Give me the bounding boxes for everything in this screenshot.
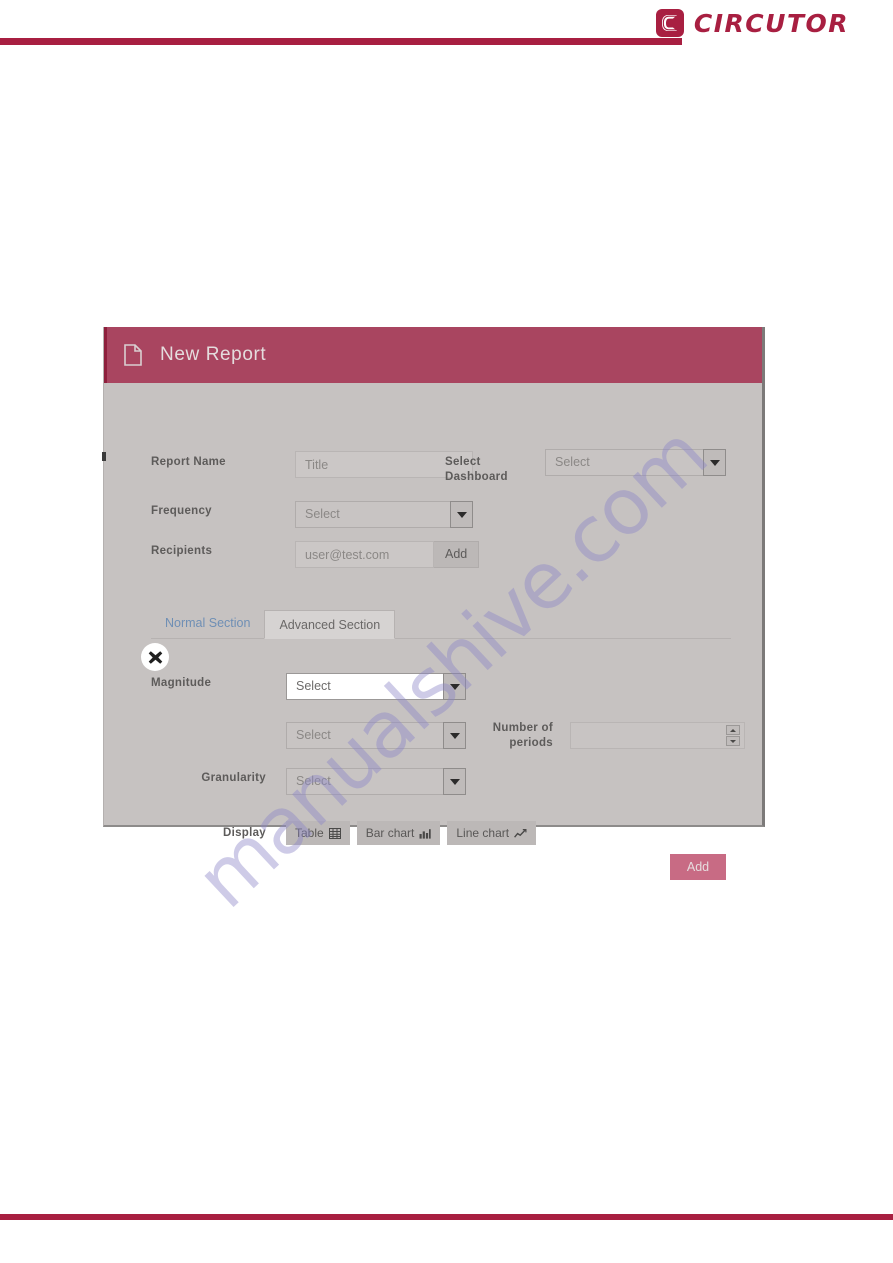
report-name-label: Report Name [151,456,226,468]
display-options: Table Bar chart Line chart [286,821,537,845]
add-section-button[interactable]: Add [670,854,726,880]
select-dashboard-dropdown[interactable]: Select [545,449,726,476]
dialog-titlebar: New Report [104,327,762,383]
recipients-label: Recipients [151,545,213,557]
chevron-down-icon[interactable] [443,722,466,749]
select-dashboard-label: Select Dashboard [445,455,529,485]
period-value: Select [296,728,331,742]
close-section-button[interactable] [141,643,169,671]
period-dropdown[interactable]: Select [286,722,466,749]
frequency-value: Select [305,507,340,521]
tab-normal-section[interactable]: Normal Section [151,609,264,638]
select-dashboard-row: Select Dashboard Select [445,449,726,485]
granularity-row: Granularity Select [151,768,466,795]
stepper-up-icon[interactable] [726,725,740,735]
section-tabs: Normal Section Advanced Section [141,609,731,671]
display-option-bar-chart-label: Bar chart [365,826,415,840]
granularity-value: Select [296,774,331,788]
chevron-down-icon[interactable] [450,501,473,528]
number-of-periods-stepper[interactable] [570,722,745,749]
footer-divider-rule [0,1214,893,1220]
dialog-body: Report Name Select Dashboard Select Freq… [104,383,762,880]
display-option-table[interactable]: Table [286,821,350,845]
chevron-down-icon[interactable] [443,768,466,795]
chevron-down-icon[interactable] [443,673,466,700]
page-header: CIRCUTOR [0,0,893,60]
bar-chart-icon [419,828,432,839]
tab-advanced-section[interactable]: Advanced Section [264,610,396,639]
number-of-periods-label: Number of periods [464,721,553,751]
period-row: Select [151,722,466,749]
stepper-down-icon[interactable] [726,736,740,746]
new-report-dialog: New Report Report Name Select Dashboard … [103,327,765,880]
table-grid-icon [328,827,341,839]
tab-list: Normal Section Advanced Section [151,609,731,639]
display-label: Display [222,827,266,839]
magnitude-row: Magnitude Select [151,673,466,700]
frequency-row: Frequency Select [151,501,473,528]
report-name-row: Report Name [151,451,473,478]
header-divider-rule [0,38,682,45]
magnitude-value: Select [296,679,331,693]
line-chart-icon [514,828,527,839]
select-dashboard-label-line1: Select [445,456,481,468]
close-x-icon [148,650,162,664]
recipients-email-input[interactable] [295,541,434,568]
brand-name: CIRCUTOR [693,8,849,38]
magnitude-dropdown[interactable]: Select [286,673,466,700]
number-of-periods-row: Number of periods [464,721,745,751]
recipients-input-group: Add [295,541,480,568]
display-row: Display Table Bar chart Line chart [151,821,537,845]
frequency-dropdown[interactable]: Select [295,501,473,528]
number-of-periods-label-line2: periods [509,737,553,749]
document-icon [124,344,142,366]
recipients-add-button[interactable]: Add [434,541,480,568]
number-of-periods-label-line1: Number of [492,722,553,734]
stray-artifact-mark [102,452,106,461]
select-dashboard-value: Select [555,455,590,469]
select-dashboard-label-line2: Dashboard [445,471,508,483]
frequency-label: Frequency [151,505,212,517]
display-option-line-chart[interactable]: Line chart [447,821,537,845]
display-option-line-chart-label: Line chart [456,826,510,840]
granularity-label: Granularity [201,772,266,784]
recipients-row: Recipients Add [151,541,480,568]
display-option-table-label: Table [295,826,324,840]
granularity-dropdown[interactable]: Select [286,768,466,795]
dialog-title: New Report [160,344,267,365]
brand-logo: CIRCUTOR [655,8,849,38]
chevron-down-icon[interactable] [703,449,726,476]
magnitude-label: Magnitude [151,677,212,689]
circutor-c-logo-icon [655,9,684,37]
stepper-arrows[interactable] [726,725,740,746]
display-option-bar-chart[interactable]: Bar chart [356,821,441,845]
